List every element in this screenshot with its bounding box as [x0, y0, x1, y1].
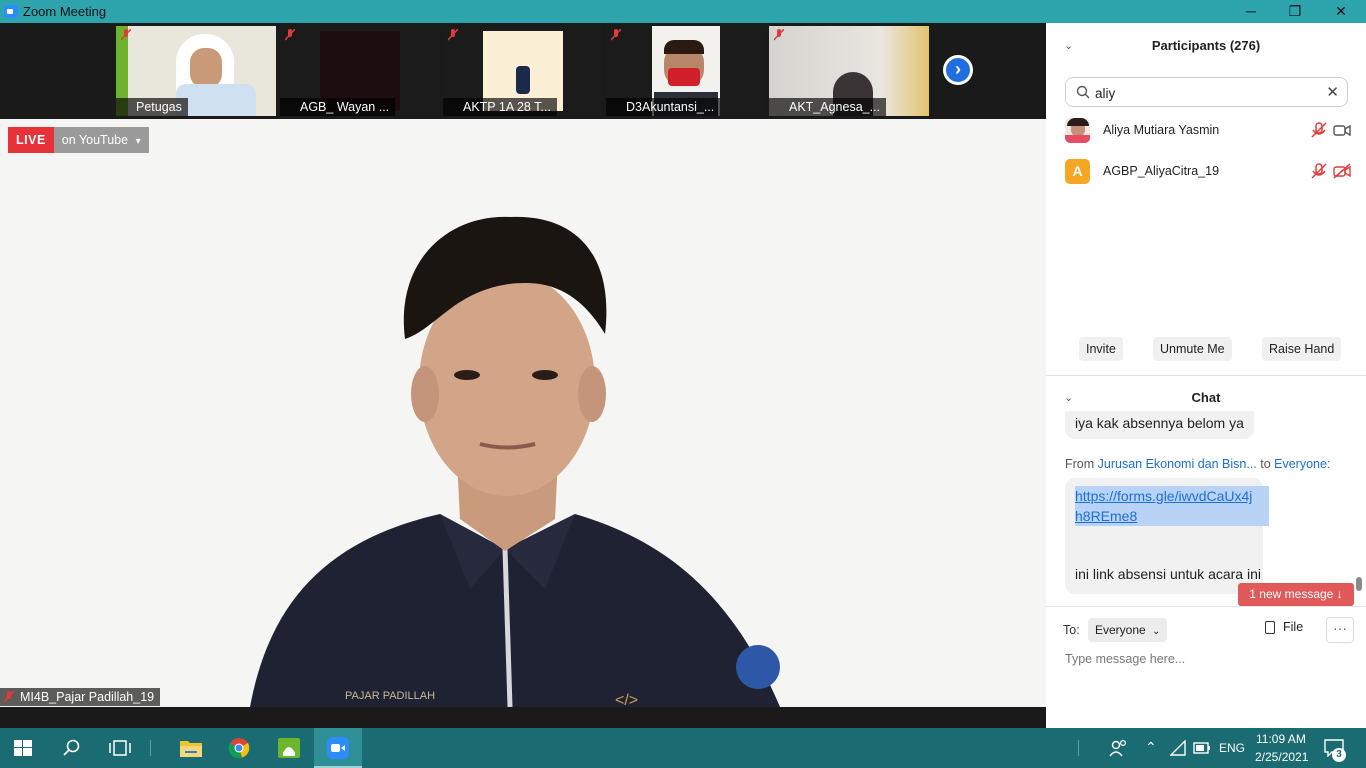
participant-name: AGBP_AliyaCitra_19: [1103, 164, 1220, 178]
chat-title: Chat: [1191, 390, 1221, 405]
youtube-dropdown[interactable]: on YouTube ▾: [53, 127, 149, 153]
gallery-tile-agnesa[interactable]: AKT_Agnesa_...: [769, 26, 929, 116]
invite-button[interactable]: Invite: [1079, 337, 1123, 361]
chat-message-text: ini link absensi untuk acara ini: [1075, 566, 1261, 582]
speaker-name-label: MI4B_Pajar Padillah_19: [0, 688, 161, 706]
chat-message: https://forms.gle/iwvdCaUx4j h8REme8 ini…: [1065, 478, 1269, 594]
chat-messages: iya kak absennya belom ya From Jurusan E…: [1046, 411, 1366, 606]
muted-mic-icon: [121, 29, 131, 41]
chat-sender-line: From Jurusan Ekonomi dan Bisn... to Ever…: [1065, 457, 1330, 471]
tile-name: AKT_Agnesa_...: [769, 98, 887, 116]
tile-name: AGB_ Wayan ...: [280, 98, 396, 116]
new-message-button[interactable]: 1 new message ↓: [1238, 583, 1354, 606]
chat-message: iya kak absennya belom ya: [1065, 411, 1254, 439]
battery-icon[interactable]: [1193, 741, 1211, 755]
muted-mic-icon: [4, 691, 14, 703]
title-bar: Zoom Meeting ─ ❐ ✕: [0, 0, 1366, 23]
more-options-button[interactable]: ···: [1326, 617, 1354, 643]
muted-mic-icon[interactable]: [1310, 122, 1328, 138]
chevron-down-icon: ⌄: [1152, 626, 1161, 637]
clear-search-icon[interactable]: ✕: [1326, 83, 1339, 101]
participant-name: Aliya Mutiara Yasmin: [1103, 123, 1220, 137]
clock-date[interactable]: 2/25/2021: [1255, 750, 1308, 764]
muted-mic-icon: [611, 29, 621, 41]
recipient-value: Everyone: [1095, 623, 1146, 637]
raise-hand-button[interactable]: Raise Hand: [1262, 337, 1342, 361]
window-title: Zoom Meeting: [23, 4, 107, 19]
close-button[interactable]: ✕: [1318, 0, 1364, 23]
link-line: h8REme8: [1075, 508, 1138, 524]
windows-start-icon[interactable]: [14, 740, 32, 756]
language-indicator[interactable]: ENG: [1219, 741, 1245, 755]
gallery-strip: Petugas AGB_ Wayan ... AKTP 1A 28 T... D…: [0, 23, 1046, 119]
chat-message-input[interactable]: [1063, 648, 1347, 670]
participant-row[interactable]: A AGBP_AliyaCitra_19: [1065, 157, 1355, 187]
zoom-icon: [327, 737, 349, 759]
gallery-tile-wayan[interactable]: AGB_ Wayan ...: [280, 26, 440, 116]
maximize-button[interactable]: ❐: [1272, 0, 1318, 23]
wifi-icon[interactable]: [1170, 740, 1186, 756]
file-button[interactable]: File: [1265, 620, 1303, 634]
notification-count-badge: 3: [1332, 748, 1346, 762]
minimize-button[interactable]: ─: [1228, 0, 1274, 23]
chat-input-divider: [1046, 606, 1366, 607]
video-off-icon[interactable]: [1333, 163, 1351, 179]
to-label: To:: [1063, 623, 1080, 637]
svg-text:PAJAR PADILLAH: PAJAR PADILLAH: [345, 690, 435, 702]
gallery-next-button[interactable]: ›: [943, 55, 973, 85]
chevron-right-icon: ›: [946, 58, 970, 82]
tile-name: AKTP 1A 28 T...: [443, 98, 557, 116]
section-divider: [1046, 375, 1366, 376]
chat-scrollbar[interactable]: [1356, 422, 1362, 592]
live-label: LIVE: [8, 127, 54, 153]
muted-mic-icon: [774, 29, 784, 41]
unmute-me-button[interactable]: Unmute Me: [1153, 337, 1232, 361]
chat-recipient: Everyone:: [1274, 457, 1331, 471]
windows-taskbar: ⌃ ENG 11:09 AM 2/25/2021 3: [0, 728, 1366, 768]
from-prefix: From: [1065, 457, 1098, 471]
participant-search[interactable]: ✕: [1065, 77, 1348, 107]
zoom-taskbar-item[interactable]: [314, 728, 362, 768]
file-explorer-icon[interactable]: [179, 738, 203, 758]
tile-name: D3Akuntansi_...: [606, 98, 721, 116]
gallery-tile-aktp[interactable]: AKTP 1A 28 T...: [443, 26, 603, 116]
zoom-logo-icon: [4, 5, 18, 18]
file-label: File: [1283, 620, 1304, 634]
muted-mic-icon: [285, 29, 295, 41]
svg-text:</>: </>: [615, 692, 638, 707]
participant-row[interactable]: Aliya Mutiara Yasmin: [1065, 116, 1355, 146]
muted-mic-icon: [448, 29, 458, 41]
video-camera-icon[interactable]: [1333, 122, 1351, 138]
platform-label: on YouTube: [61, 133, 129, 147]
file-icon: [1265, 621, 1275, 634]
android-studio-icon[interactable]: [277, 737, 301, 759]
link-line: https://forms.gle/iwvdCaUx4j: [1075, 488, 1253, 504]
tile-name: Petugas: [116, 98, 188, 116]
recipient-select[interactable]: Everyone ⌄: [1088, 618, 1168, 642]
gallery-tile-d3akuntansi[interactable]: D3Akuntansi_...: [606, 26, 766, 116]
active-speaker-video: PAJAR PADILLAH </> LIVE on YouTube ▾ MI4…: [0, 119, 1046, 707]
chat-sender[interactable]: Jurusan Ekonomi dan Bisn...: [1098, 457, 1257, 471]
task-view-icon[interactable]: [109, 740, 131, 756]
caret-down-icon: ▾: [135, 136, 141, 147]
live-stream-badge[interactable]: LIVE on YouTube ▾: [8, 127, 149, 153]
avatar: A: [1065, 159, 1090, 184]
muted-mic-icon[interactable]: [1310, 163, 1328, 179]
speaker-name: MI4B_Pajar Padillah_19: [20, 690, 155, 704]
search-icon: [1076, 85, 1090, 99]
forms-link[interactable]: https://forms.gle/iwvdCaUx4j h8REme8: [1075, 486, 1269, 526]
people-icon[interactable]: [1109, 739, 1127, 757]
search-icon[interactable]: [63, 739, 81, 757]
chrome-icon[interactable]: [228, 737, 250, 759]
clock-time[interactable]: 11:09 AM: [1256, 732, 1306, 746]
video-bottom-strip: [0, 707, 1046, 728]
avatar: [1065, 118, 1090, 143]
speaker-video-image: PAJAR PADILLAH </>: [0, 119, 1046, 707]
participants-title: Participants (276): [1151, 38, 1261, 53]
gallery-tile-petugas[interactable]: Petugas: [116, 26, 276, 116]
to-text: to: [1256, 457, 1275, 471]
show-hidden-icons-icon[interactable]: ⌃: [1145, 739, 1157, 756]
search-input[interactable]: [1093, 83, 1317, 103]
